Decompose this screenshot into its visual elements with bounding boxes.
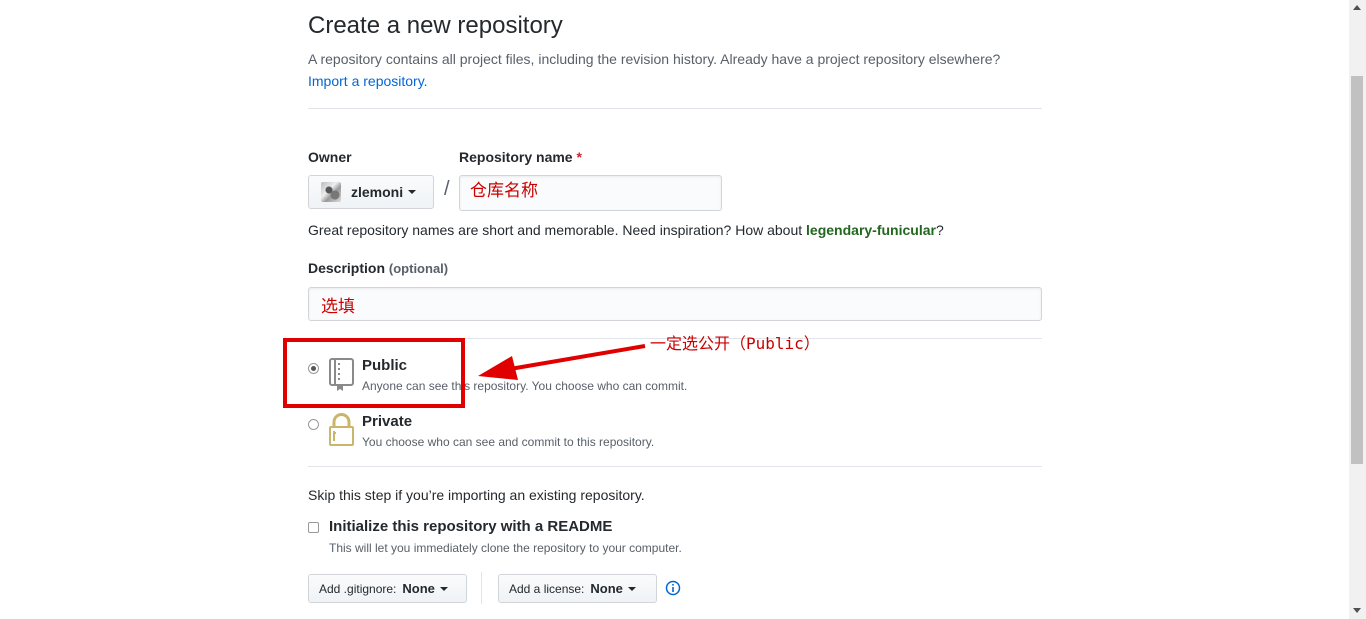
caret-down-icon bbox=[408, 190, 417, 194]
avatar bbox=[321, 182, 341, 202]
owner-select-button[interactable]: zlemoni bbox=[308, 175, 434, 209]
repo-name-hint: Great repository names are short and mem… bbox=[308, 222, 944, 238]
repo-name-label: Repository name * bbox=[459, 149, 582, 165]
owner-label: Owner bbox=[308, 149, 352, 165]
optional-tag: (optional) bbox=[388, 261, 449, 276]
owner-name: zlemoni bbox=[351, 184, 404, 200]
repo-name-label-text: Repository name bbox=[459, 149, 573, 165]
page-description: A repository contains all project files,… bbox=[308, 48, 1048, 92]
scroll-up-icon[interactable] bbox=[1353, 5, 1361, 10]
description-label-text: Description bbox=[308, 260, 386, 276]
divider bbox=[308, 108, 1042, 109]
repo-name-input[interactable]: 仓库名称 bbox=[459, 175, 722, 211]
hint-prefix: Great repository names are short and mem… bbox=[308, 222, 807, 238]
description-label: Description (optional) bbox=[308, 260, 448, 276]
gitignore-select-button[interactable]: Add .gitignore: None bbox=[308, 574, 467, 603]
info-icon[interactable] bbox=[665, 580, 681, 596]
readme-description: This will let you immediately clone the … bbox=[329, 541, 682, 555]
private-radio[interactable] bbox=[308, 419, 319, 430]
annotation-arrow bbox=[478, 344, 646, 380]
gitignore-label: Add .gitignore: bbox=[319, 581, 397, 596]
owner-repo-separator: / bbox=[444, 178, 450, 200]
vertical-scrollbar[interactable] bbox=[1349, 0, 1366, 619]
caret-down-icon bbox=[627, 586, 636, 591]
description-text: A repository contains all project files,… bbox=[308, 51, 1001, 67]
caret-down-icon bbox=[439, 586, 448, 591]
scroll-down-icon[interactable] bbox=[1353, 608, 1361, 613]
private-title[interactable]: Private bbox=[362, 413, 412, 430]
license-label: Add a license: bbox=[509, 581, 585, 596]
annotation-highlight-box bbox=[283, 338, 465, 408]
readme-checkbox[interactable] bbox=[308, 522, 319, 533]
private-description: You choose who can see and commit to thi… bbox=[362, 435, 655, 449]
lock-icon bbox=[329, 413, 354, 446]
description-value: 选填 bbox=[321, 297, 355, 317]
description-input[interactable]: 选填 bbox=[308, 287, 1042, 321]
gitignore-value: None bbox=[402, 581, 435, 596]
name-suggestion[interactable]: legendary-funicular bbox=[806, 222, 936, 238]
import-repository-link[interactable]: Import a repository. bbox=[308, 73, 428, 89]
skip-step-text: Skip this step if you’re importing an ex… bbox=[308, 487, 645, 503]
hint-suffix: ? bbox=[935, 222, 944, 238]
divider bbox=[308, 466, 1042, 467]
repo-name-value: 仓库名称 bbox=[470, 181, 538, 201]
page-title: Create a new repository bbox=[308, 12, 563, 39]
required-mark: * bbox=[576, 149, 582, 165]
license-select-button[interactable]: Add a license: None bbox=[498, 574, 657, 603]
license-value: None bbox=[590, 581, 623, 596]
readme-label[interactable]: Initialize this repository with a README bbox=[329, 518, 612, 535]
scrollbar-thumb[interactable] bbox=[1351, 76, 1363, 464]
divider bbox=[481, 572, 482, 604]
annotation-text: 一定选公开（Public） bbox=[650, 334, 820, 353]
